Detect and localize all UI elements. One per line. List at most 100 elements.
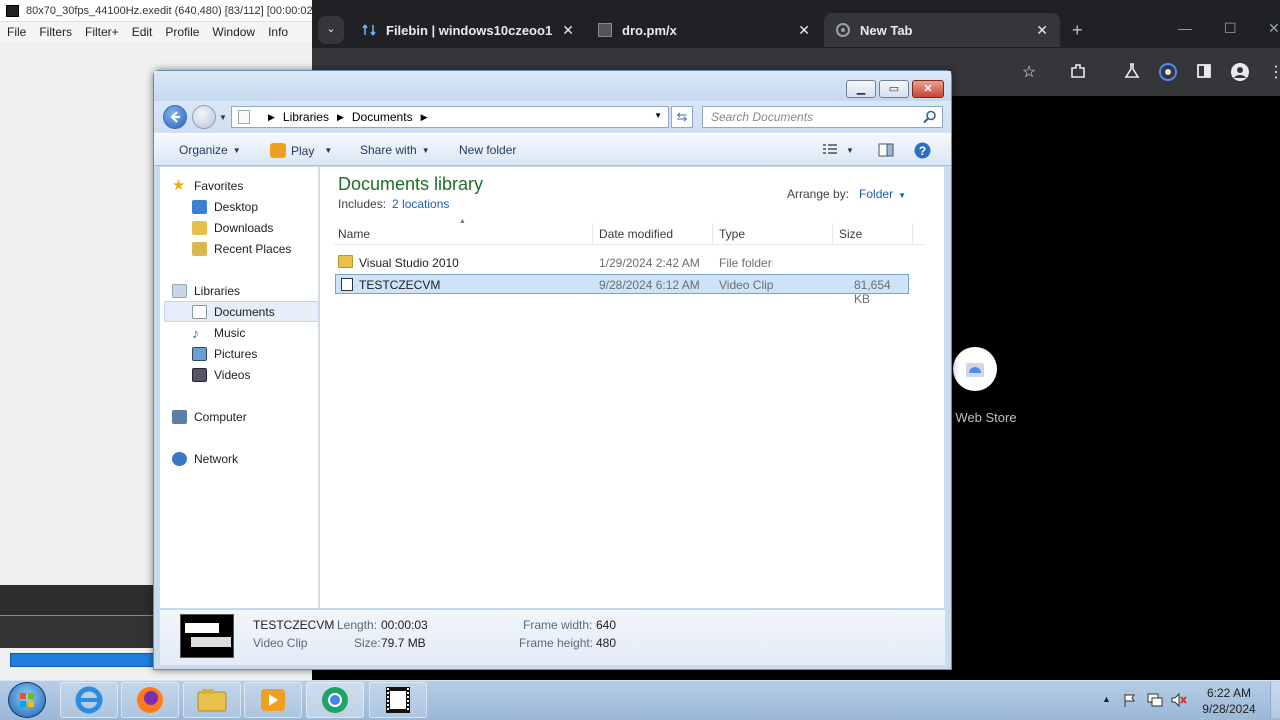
system-clock[interactable]: 6:22 AM 9/28/2024 [1192,685,1266,717]
menu-window[interactable]: Window [212,25,255,42]
breadcrumb-chevron-icon[interactable]: ▶ [421,112,428,123]
column-date-modified[interactable]: Date modified [599,227,673,241]
preview-pane-icon[interactable] [878,143,894,157]
search-input[interactable]: Search Documents [702,106,943,128]
chrome-favicon-icon [836,23,850,37]
menu-profile[interactable]: Profile [165,25,199,42]
nav-videos[interactable]: Videos [192,364,250,385]
file-date: 9/28/2024 6:12 AM [599,278,700,292]
account-avatar-icon[interactable] [1230,62,1250,82]
pictures-icon [192,346,207,361]
column-size[interactable]: Size [839,227,862,241]
nav-favorites[interactable]: ★ Favorites [172,175,243,196]
video-editor-icon[interactable] [369,682,427,718]
thumbnail-frame [185,623,219,633]
search-icon[interactable] [923,110,937,124]
breadcrumb-libraries[interactable]: Libraries [283,110,329,124]
nav-downloads[interactable]: Downloads [192,217,273,238]
maximize-icon[interactable]: ☐ [1224,20,1237,37]
side-panel-icon[interactable] [1195,62,1215,82]
breadcrumb-chevron-icon[interactable]: ▶ [337,112,344,123]
star-icon[interactable]: ☆ [1019,62,1039,82]
new-tab-button[interactable]: + [1072,20,1083,41]
column-type[interactable]: Type [719,227,745,241]
menu-filters[interactable]: Filters [39,25,72,42]
video-file-icon [341,278,353,291]
file-row[interactable]: Visual Studio 2010 1/29/2024 2:42 AM Fil… [335,253,909,273]
column-divider[interactable] [592,223,593,245]
start-button[interactable] [8,682,46,718]
file-row-selected[interactable]: TESTCZECVM 9/28/2024 6:12 AM Video Clip … [335,274,909,306]
menu-file[interactable]: File [7,25,26,42]
network-tray-icon[interactable] [1146,692,1164,708]
new-folder-label: New folder [459,143,517,157]
nav-computer[interactable]: Computer [172,406,247,427]
address-bar[interactable]: ▶ Libraries ▶ Documents ▶ ▼ [231,106,669,128]
firefox-icon[interactable] [121,682,179,718]
tab-close-icon[interactable]: ✕ [798,22,810,39]
maximize-icon[interactable]: ▭ [879,80,909,98]
arrange-dropdown[interactable]: Folder [859,187,893,201]
tab-new-tab[interactable]: New Tab ✕ [824,13,1060,47]
refresh-button[interactable]: ⇆ [671,106,693,128]
breadcrumb-chevron-icon[interactable]: ▶ [268,112,275,123]
address-dropdown-icon[interactable]: ▼ [654,111,662,120]
menu-filter-plus[interactable]: Filter+ [85,25,119,42]
nav-label: Favorites [194,178,244,193]
organize-button[interactable]: Organize ▼ [179,143,241,157]
nav-music[interactable]: ♪ Music [192,322,245,343]
tab-close-icon[interactable]: ✕ [562,22,574,39]
view-options-button[interactable]: ▼ [822,143,854,157]
play-button[interactable]: Play ▼ [270,143,332,158]
tab-close-icon[interactable]: ✕ [1036,22,1048,39]
file-explorer-icon[interactable] [183,682,241,718]
tab-dro[interactable]: dro.pm/x ✕ [586,13,822,47]
tab-filebin[interactable]: Filebin | windows10czeoo1 ✕ [350,13,586,47]
menu-dots-icon[interactable]: ⋮ [1266,62,1280,82]
back-button[interactable] [163,105,187,129]
forward-button[interactable] [192,105,216,129]
profile-sync-icon[interactable] [1158,62,1178,82]
share-with-button[interactable]: Share with ▼ [360,143,430,157]
frame-width-label: Frame width: [523,618,593,632]
chevron-down-icon[interactable]: ▼ [898,191,906,200]
column-divider[interactable] [912,223,913,245]
column-name[interactable]: Name [338,227,370,241]
minimize-icon[interactable]: — [1178,20,1192,36]
column-divider[interactable] [832,223,833,245]
details-filename: TESTCZECVM [253,618,335,632]
media-player-icon[interactable] [244,682,302,718]
recent-pages-chevron-icon[interactable]: ▼ [219,113,227,122]
internet-explorer-icon[interactable] [60,682,118,718]
extensions-icon[interactable] [1069,62,1089,82]
show-hidden-icons-icon[interactable]: ▲ [1102,694,1111,704]
nav-documents[interactable]: Documents [192,301,275,322]
web-store-shortcut[interactable] [953,347,997,391]
close-icon[interactable]: ✕ [912,80,944,98]
action-center-flag-icon[interactable] [1122,692,1138,708]
menu-edit[interactable]: Edit [132,25,153,42]
chrome-taskbar-icon[interactable] [306,682,364,718]
minimize-icon[interactable]: ▁ [846,80,876,98]
frame-height-label: Frame height: [519,636,594,650]
help-icon[interactable]: ? [914,142,931,159]
new-folder-button[interactable]: New folder [459,143,516,157]
breadcrumb-documents[interactable]: Documents [352,110,413,124]
nav-label: Music [214,325,246,340]
labs-icon[interactable] [1123,62,1143,82]
column-divider[interactable] [712,223,713,245]
length-label: Length: [337,618,378,632]
nav-network[interactable]: Network [172,448,238,469]
tab-search-button[interactable]: ⌄ [318,16,344,44]
arrange-by: Arrange by: Folder ▼ [787,187,906,201]
nav-pictures[interactable]: Pictures [192,343,257,364]
editor-progress-bar [10,653,160,667]
close-icon[interactable]: ✕ [1268,20,1280,37]
menu-info[interactable]: Info [268,25,288,42]
nav-recent-places[interactable]: Recent Places [192,238,291,259]
show-desktop-button[interactable] [1270,682,1280,718]
volume-muted-icon[interactable] [1170,692,1188,708]
nav-desktop[interactable]: Desktop [192,196,258,217]
nav-libraries[interactable]: Libraries [172,280,240,301]
locations-link[interactable]: 2 locations [392,197,449,211]
